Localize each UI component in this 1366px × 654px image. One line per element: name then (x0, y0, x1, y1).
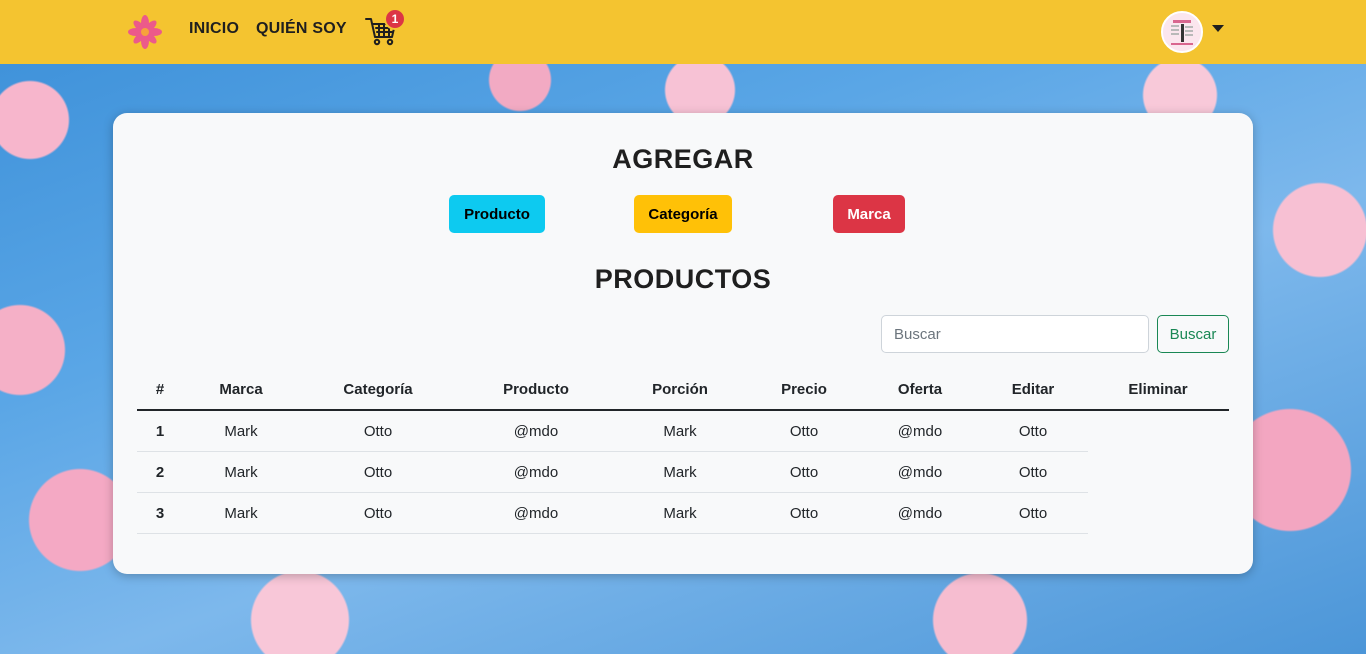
column-header-eliminar: Eliminar (1128, 381, 1188, 398)
cell-oferta: @mdo (897, 505, 943, 522)
cell-categoria: Otto (363, 505, 393, 522)
cell-oferta: @mdo (897, 464, 943, 481)
nav-link-quien-soy[interactable]: QUIÉN SOY (256, 20, 347, 38)
column-header-oferta: Oferta (897, 381, 943, 398)
add-producto-button[interactable]: Producto (449, 195, 545, 233)
table-row: 1 Mark Otto @mdo Mark Otto @mdo Otto (137, 411, 1088, 452)
cell-categoria: Otto (363, 423, 393, 440)
add-categoria-button[interactable]: Categoría (634, 195, 732, 233)
table-row: 3 Mark Otto @mdo Mark Otto @mdo Otto (137, 493, 1088, 534)
cell-producto: @mdo (513, 423, 559, 440)
row-number: 3 (155, 505, 165, 522)
cell-producto: @mdo (513, 505, 559, 522)
cell-marca: Mark (224, 464, 258, 481)
table-row: 2 Mark Otto @mdo Mark Otto @mdo Otto (137, 452, 1088, 493)
cart-count-badge: 1 (384, 8, 406, 30)
cell-marca: Mark (224, 505, 258, 522)
cell-categoria: Otto (363, 464, 393, 481)
cell-precio: Otto (789, 505, 819, 522)
search-input[interactable] (881, 315, 1149, 353)
cell-oferta: @mdo (897, 423, 943, 440)
productos-table: # Marca Categoría Producto Porción Preci… (137, 369, 1229, 534)
flower-logo-icon[interactable] (128, 15, 162, 49)
cell-editar[interactable]: Otto (1019, 464, 1047, 481)
caret-down-icon[interactable] (1212, 25, 1224, 32)
cell-marca: Mark (224, 423, 258, 440)
column-header-categoria: Categoría (343, 381, 413, 398)
cell-precio: Otto (789, 464, 819, 481)
search-button[interactable]: Buscar (1157, 315, 1229, 353)
add-marca-button[interactable]: Marca (833, 195, 905, 233)
cell-precio: Otto (789, 423, 819, 440)
agregar-title: AGREGAR (612, 144, 754, 174)
cell-editar[interactable]: Otto (1019, 423, 1047, 440)
admin-card: AGREGAR Producto Categoría Marca PRODUCT… (113, 113, 1253, 574)
cell-porcion: Mark (663, 505, 697, 522)
cell-porcion: Mark (663, 464, 697, 481)
nav-link-inicio[interactable]: INICIO (189, 20, 239, 38)
cell-porcion: Mark (663, 423, 697, 440)
column-header-marca: Marca (219, 381, 263, 398)
row-number: 2 (155, 464, 165, 481)
column-header-precio: Precio (781, 381, 827, 398)
column-header-producto: Producto (503, 381, 569, 398)
cell-editar[interactable]: Otto (1019, 505, 1047, 522)
row-number: 1 (155, 423, 165, 440)
column-header-number: # (155, 381, 165, 398)
navbar: INICIO QUIÉN SOY 1 (0, 0, 1366, 64)
column-header-porcion: Porción (652, 381, 708, 398)
avatar-image[interactable] (1161, 11, 1203, 53)
productos-title: PRODUCTOS (594, 264, 772, 294)
table-header: # Marca Categoría Producto Porción Preci… (137, 369, 1229, 411)
cell-producto: @mdo (513, 464, 559, 481)
column-header-editar: Editar (1011, 381, 1055, 398)
